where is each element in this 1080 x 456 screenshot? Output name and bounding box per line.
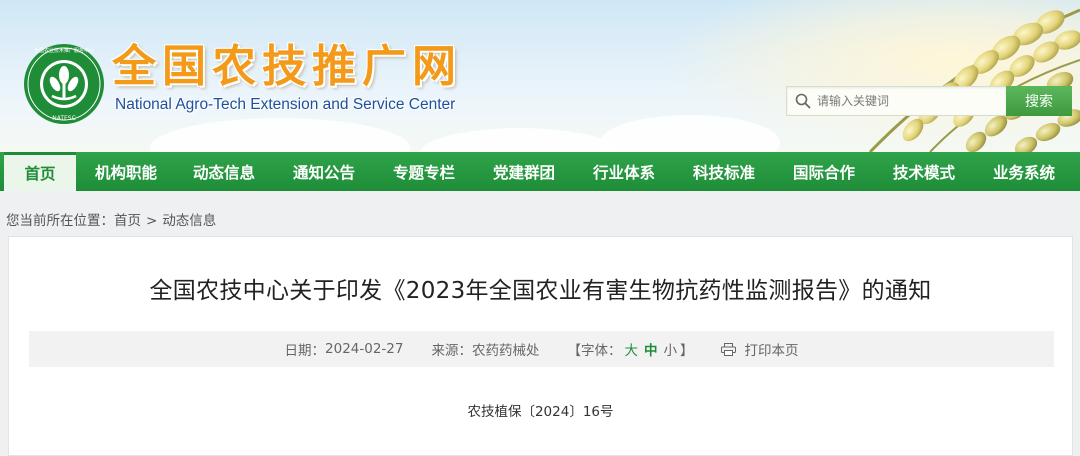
date-label: 日期：: [284, 343, 326, 359]
font-size-large[interactable]: 大: [624, 339, 638, 359]
nav-item-special-topics[interactable]: 专题专栏: [374, 152, 474, 191]
breadcrumb-prefix: 您当前所在位置：: [6, 213, 114, 229]
nav-item-business-systems[interactable]: 业务系统: [974, 152, 1074, 191]
publish-date: 日期： 2024-02-27: [285, 339, 404, 359]
search-box: [786, 86, 1006, 116]
breadcrumb-current-link[interactable]: 动态信息: [162, 213, 216, 229]
nav-item-international[interactable]: 国际合作: [774, 152, 874, 191]
rice-grain-illustration: [868, 8, 1080, 152]
article-title: 全国农技中心关于印发《2023年全国农业有害生物抗药性监测报告》的通知: [149, 278, 932, 304]
date-value: 2024-02-27: [325, 341, 404, 357]
document-number: 农技植保〔2024〕16号: [467, 404, 614, 420]
logo-bottom-text: NATESC: [52, 115, 76, 122]
nav-item-notices[interactable]: 通知公告: [274, 152, 374, 191]
search-input[interactable]: [817, 87, 997, 115]
font-size-small[interactable]: 小: [663, 339, 677, 359]
article-source: 来源： 农药药械处: [431, 339, 539, 359]
logo-ring-text: 全国农业技术推广服务中心: [34, 47, 94, 54]
print-label: 打印本页: [744, 343, 799, 359]
breadcrumb: 您当前所在位置：首页 > 动态信息: [6, 209, 216, 229]
site-title: 全国农技推广网: [112, 41, 462, 92]
nav-item-news[interactable]: 动态信息: [174, 152, 274, 191]
cloud-decoration: [150, 118, 410, 152]
print-page-link[interactable]: 打印本页: [721, 339, 798, 359]
font-size-selector: 【字体： 大 中 小 】: [567, 339, 693, 359]
nav-item-organization[interactable]: 机构职能: [78, 152, 174, 191]
site-subtitle: National Agro-Tech Extension and Service…: [115, 96, 456, 113]
article-container: 全国农技中心关于印发《2023年全国农业有害生物抗药性监测报告》的通知 日期： …: [8, 236, 1073, 456]
font-size-medium[interactable]: 中: [644, 339, 658, 359]
source-label: 来源：: [431, 343, 472, 359]
main-navigation: 首页 机构职能 动态信息 通知公告 专题专栏 党建群团 行业体系 科技标准 国际…: [0, 152, 1080, 191]
nav-item-home[interactable]: 首页: [4, 152, 76, 191]
article-meta-bar: 日期： 2024-02-27 来源： 农药药械处 【字体： 大 中 小 】 打印…: [29, 331, 1054, 367]
site-logo-icon: 全国农业技术推广服务中心 NATESC: [24, 44, 104, 124]
breadcrumb-separator: >: [146, 213, 158, 229]
cloud-decoration: [420, 128, 620, 152]
search-icon: [795, 93, 811, 109]
printer-icon: [721, 342, 737, 356]
nav-item-tech-models[interactable]: 技术模式: [874, 152, 974, 191]
site-header: 全国农业技术推广服务中心 NATESC 全国农技推广网 National Agr…: [0, 0, 1080, 152]
nav-item-party-building[interactable]: 党建群团: [474, 152, 574, 191]
search-button[interactable]: 搜索: [1006, 86, 1072, 116]
nav-item-industry-system[interactable]: 行业体系: [574, 152, 674, 191]
breadcrumb-home-link[interactable]: 首页: [114, 213, 141, 229]
nav-item-tech-standards[interactable]: 科技标准: [674, 152, 774, 191]
font-size-close: 】: [679, 343, 694, 359]
source-value: 农药药械处: [471, 343, 540, 359]
font-size-open: 【字体：: [567, 343, 622, 359]
